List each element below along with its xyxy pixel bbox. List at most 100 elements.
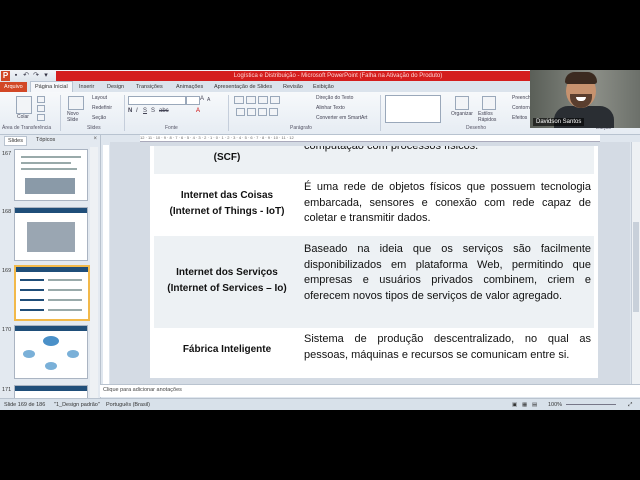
notes-pane[interactable]: Clique para adicionar anotações: [100, 384, 640, 397]
font-size-select[interactable]: [186, 96, 200, 105]
font-grow-icon[interactable]: A: [200, 96, 204, 102]
presenter-hair: [565, 72, 597, 84]
tab-outline[interactable]: Tópicos: [33, 136, 58, 144]
thumb-diagram-node: [67, 350, 79, 358]
numbering-icon[interactable]: [246, 96, 256, 104]
table-row: Internet das Coisas (Internet of Things …: [154, 174, 594, 236]
thumb-text-line: [20, 299, 44, 301]
bullets-icon[interactable]: [234, 96, 244, 104]
scrollbar-thumb[interactable]: [633, 222, 639, 312]
thumb-text-line: [48, 299, 82, 301]
tab-home[interactable]: Página Inicial: [30, 81, 73, 92]
paragraph-group-label: Parágrafo: [290, 125, 312, 131]
layout-button[interactable]: Layout: [92, 95, 107, 101]
slide-number: 171: [2, 387, 12, 393]
zoom-level[interactable]: 100%: [548, 402, 562, 408]
close-pane-icon[interactable]: ×: [93, 136, 97, 142]
quick-styles-icon[interactable]: [482, 96, 496, 110]
slide-thumbnail-167[interactable]: [14, 149, 88, 201]
slide-thumbnail-168[interactable]: [14, 207, 88, 261]
section-button[interactable]: Seção: [92, 115, 106, 121]
slides-pane-scrollbar[interactable]: [90, 147, 98, 401]
save-icon[interactable]: ▪: [12, 72, 20, 80]
theme-name: "1_Design padrão": [54, 402, 100, 408]
language-indicator[interactable]: Português (Brasil): [106, 402, 150, 408]
font-shrink-icon[interactable]: A: [207, 97, 210, 103]
tab-review[interactable]: Revisão: [283, 82, 303, 92]
slide-thumbnail-170[interactable]: [14, 325, 88, 379]
reading-view-icon[interactable]: ▤: [532, 402, 537, 408]
thumb-diagram-node: [23, 350, 35, 358]
slide-thumbnail-169-selected[interactable]: [14, 265, 90, 321]
shape-fill-button[interactable]: Preench: [512, 95, 531, 101]
paste-icon[interactable]: [16, 96, 32, 114]
table-row: Fábrica Inteligente Sistema de produção …: [154, 328, 594, 378]
thumb-text-line: [20, 289, 44, 291]
ribbon-separator: [60, 95, 61, 131]
normal-view-icon[interactable]: ▣: [512, 402, 517, 408]
tab-transitions[interactable]: Transições: [136, 82, 163, 92]
fit-to-window-icon[interactable]: ⤢: [628, 402, 632, 409]
thumb-text-line: [20, 309, 44, 311]
term-cell: Internet dos Serviços (Internet of Servi…: [167, 267, 287, 294]
decrease-indent-icon[interactable]: [258, 96, 268, 104]
presenter-name-label: Davidson Santos: [533, 118, 585, 126]
thumb-text-line: [48, 289, 82, 291]
undo-icon[interactable]: ↶: [22, 72, 30, 80]
thumb-text-line: [48, 309, 82, 311]
shape-effects-button[interactable]: Efeitos: [512, 115, 527, 121]
font-name-select[interactable]: [128, 96, 186, 105]
font-group-label: Fonte: [165, 125, 178, 131]
slide-canvas[interactable]: (SCF) computação com processos físicos. …: [150, 146, 598, 378]
customize-toolbar-icon[interactable]: ▾: [42, 72, 50, 80]
slide-vertical-scrollbar[interactable]: [631, 142, 640, 386]
format-painter-icon[interactable]: [37, 114, 45, 121]
text-direction-button[interactable]: Direção do Texto: [316, 95, 353, 101]
arrange-icon[interactable]: [455, 96, 469, 110]
convert-smartart-button[interactable]: Converter em SmartArt: [316, 115, 367, 121]
tab-view[interactable]: Exibição: [313, 82, 334, 92]
thumb-header: [15, 386, 87, 391]
reset-button[interactable]: Redefinir: [92, 105, 112, 111]
tab-insert[interactable]: Inserir: [79, 82, 94, 92]
shapes-gallery[interactable]: [385, 95, 441, 123]
shape-outline-button[interactable]: Contorn: [512, 105, 530, 111]
justify-icon[interactable]: [269, 108, 278, 116]
slide-number: 168: [2, 209, 12, 215]
paste-button[interactable]: Colar: [17, 114, 29, 120]
notes-placeholder: Clique para adicionar anotações: [103, 387, 182, 393]
shadow-icon[interactable]: S: [151, 108, 155, 114]
new-slide-button[interactable]: Novo Slide: [67, 111, 85, 123]
quick-styles-button[interactable]: Estilos Rápidos: [478, 111, 500, 123]
zoom-slider[interactable]: [566, 404, 616, 405]
copy-icon[interactable]: [37, 105, 45, 112]
new-slide-icon[interactable]: [68, 96, 84, 110]
increase-indent-icon[interactable]: [270, 96, 280, 104]
slide-number: 170: [2, 327, 12, 333]
tab-file[interactable]: Arquivo: [0, 82, 27, 92]
bold-icon[interactable]: N: [128, 108, 132, 114]
description-cell: Baseado na ideia que os serviços são fac…: [304, 243, 591, 302]
slide-sorter-icon[interactable]: ▦: [522, 402, 527, 408]
align-left-icon[interactable]: [236, 108, 245, 116]
tab-slides[interactable]: Slides: [4, 136, 27, 146]
align-center-icon[interactable]: [247, 108, 256, 116]
align-text-button[interactable]: Alinhar Texto: [316, 105, 345, 111]
tab-slide-show[interactable]: Apresentação de Slides: [214, 82, 272, 92]
cut-icon[interactable]: [37, 96, 45, 103]
thumb-diagram-node: [45, 362, 57, 370]
redo-icon[interactable]: ↷: [32, 72, 40, 80]
font-color-icon[interactable]: A: [196, 108, 200, 114]
italic-icon[interactable]: I: [136, 108, 138, 114]
align-right-icon[interactable]: [258, 108, 267, 116]
tab-design[interactable]: Design: [107, 82, 124, 92]
thumb-header: [15, 208, 87, 213]
slide-counter: Slide 169 de 186: [4, 402, 46, 408]
strikethrough-icon[interactable]: abc: [159, 108, 169, 114]
drawing-group-label: Desenho: [466, 125, 487, 131]
description-cell: Sistema de produção descentralizado, no …: [304, 333, 591, 361]
slide-number: 169: [2, 268, 12, 274]
underline-icon[interactable]: S: [143, 108, 147, 114]
tab-animations[interactable]: Animações: [176, 82, 203, 92]
arrange-button[interactable]: Organizar: [451, 111, 473, 117]
